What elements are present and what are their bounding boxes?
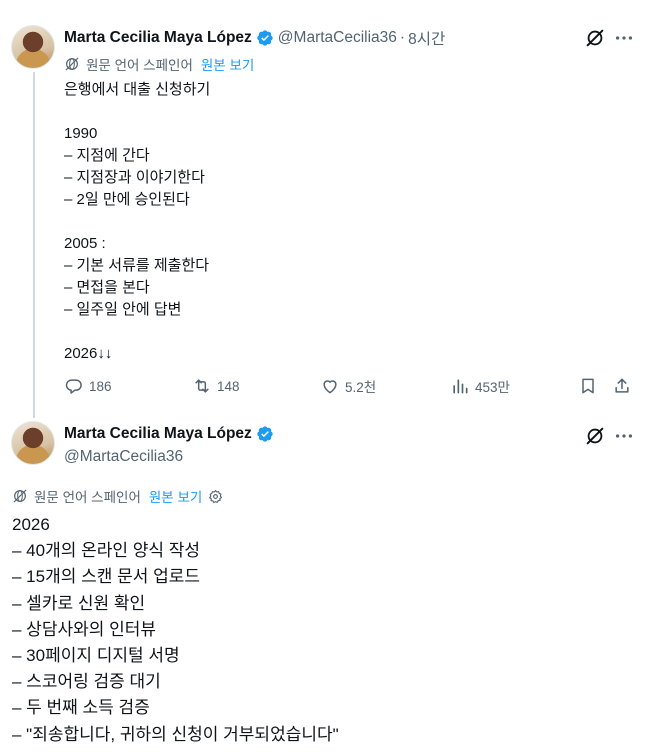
translate-globe-icon	[65, 57, 79, 71]
tweet1-header: Marta Cecilia Maya López @MartaCecilia36…	[64, 27, 445, 49]
share-icon	[615, 378, 629, 393]
retweet-icon	[195, 379, 209, 393]
grok-icon[interactable]	[584, 27, 606, 49]
verified-badge-icon	[257, 30, 273, 46]
text-line: – 상담사와의 인터뷰	[12, 619, 157, 639]
avatar[interactable]	[11, 25, 55, 69]
text-line: 은행에서 대출 신청하기	[64, 81, 211, 98]
text-line: – 40개의 온라인 양식 작성	[12, 541, 201, 561]
text-line: – 기본 서류를 제출한다	[64, 257, 210, 274]
text-line: 1990	[64, 125, 98, 142]
text-line: 2005 :	[64, 235, 106, 252]
text-line	[64, 211, 210, 233]
like-icon	[323, 380, 337, 394]
author-name[interactable]: Marta Cecilia Maya López	[64, 425, 252, 443]
bookmark-button[interactable]	[578, 376, 603, 396]
text-line: – "죄송합니다, 귀하의 신청이 거부되었습니다"	[12, 724, 339, 744]
show-original-link[interactable]: 원본 보기	[201, 54, 254, 74]
text-line: – 지점에 간다	[64, 147, 150, 164]
author-handle[interactable]: @MartaCecilia36	[278, 29, 397, 47]
text-line: – 면접을 본다	[64, 279, 150, 296]
text-line: – 두 번째 소득 검증	[12, 698, 150, 718]
text-line: – 2일 만에 승인된다	[64, 191, 190, 208]
more-icon[interactable]	[613, 27, 635, 49]
text-line: – 일주일 안에 답변	[64, 301, 182, 318]
reply-count: 186	[89, 378, 112, 394]
show-original-link[interactable]: 원본 보기	[149, 486, 202, 506]
translation-note: 원문 언어 스페인어 원본 보기	[64, 54, 254, 74]
translation-label: 원문 언어 스페인어	[86, 58, 193, 73]
author-name[interactable]: Marta Cecilia Maya López	[64, 29, 252, 47]
views-count: 453만	[475, 380, 510, 395]
bookmark-icon	[582, 378, 594, 394]
more-icon[interactable]	[613, 425, 635, 447]
like-button[interactable]: 5.2천	[320, 376, 376, 396]
thread-connector-line	[33, 72, 35, 418]
text-line: – 스코어링 검증 대기	[12, 672, 161, 692]
text-line: 2026↓↓	[64, 345, 113, 362]
like-count: 5.2천	[345, 380, 377, 395]
text-line	[64, 101, 210, 123]
verified-badge-icon	[257, 426, 273, 442]
tweet2-text: 2026 – 40개의 온라인 양식 작성 – 15개의 스캔 문서 업로드 – 셀카…	[12, 512, 339, 748]
text-line	[64, 321, 210, 343]
text-line: – 15개의 스캔 문서 업로드	[12, 567, 201, 587]
tweet2-header: Marta Cecilia Maya López	[64, 425, 278, 443]
views-button[interactable]: 453만	[450, 376, 510, 396]
dot-separator: ·	[399, 29, 406, 46]
text-line: 2026	[12, 515, 50, 534]
share-button[interactable]	[612, 376, 637, 396]
translation-label: 원문 언어 스페인어	[34, 490, 141, 505]
retweet-count: 148	[217, 378, 240, 394]
settings-gear-icon[interactable]	[208, 489, 223, 504]
reply-icon	[65, 379, 82, 394]
author-handle[interactable]: @MartaCecilia36	[64, 448, 183, 466]
views-icon	[453, 379, 468, 394]
text-line: – 셀카로 신원 확인	[12, 593, 146, 613]
reply-button[interactable]: 186	[64, 376, 112, 396]
tweet1-action-bar: 186 148 5.2천 453만	[64, 376, 640, 400]
tweet1-text: 은행에서 대출 신청하기 1990 – 지점에 간다 – 지점장과 이야기한다 – 2일…	[64, 79, 210, 365]
text-line: – 지점장과 이야기한다	[64, 169, 205, 186]
retweet-button[interactable]: 148	[192, 376, 240, 396]
grok-icon[interactable]	[584, 425, 606, 447]
translation-note: 원문 언어 스페인어 원본 보기	[12, 486, 223, 506]
text-line: – 30페이지 디지털 서명	[12, 645, 180, 665]
avatar[interactable]	[11, 421, 55, 465]
translate-globe-icon	[13, 489, 27, 503]
tweet-timestamp[interactable]: 8시간	[408, 27, 445, 49]
